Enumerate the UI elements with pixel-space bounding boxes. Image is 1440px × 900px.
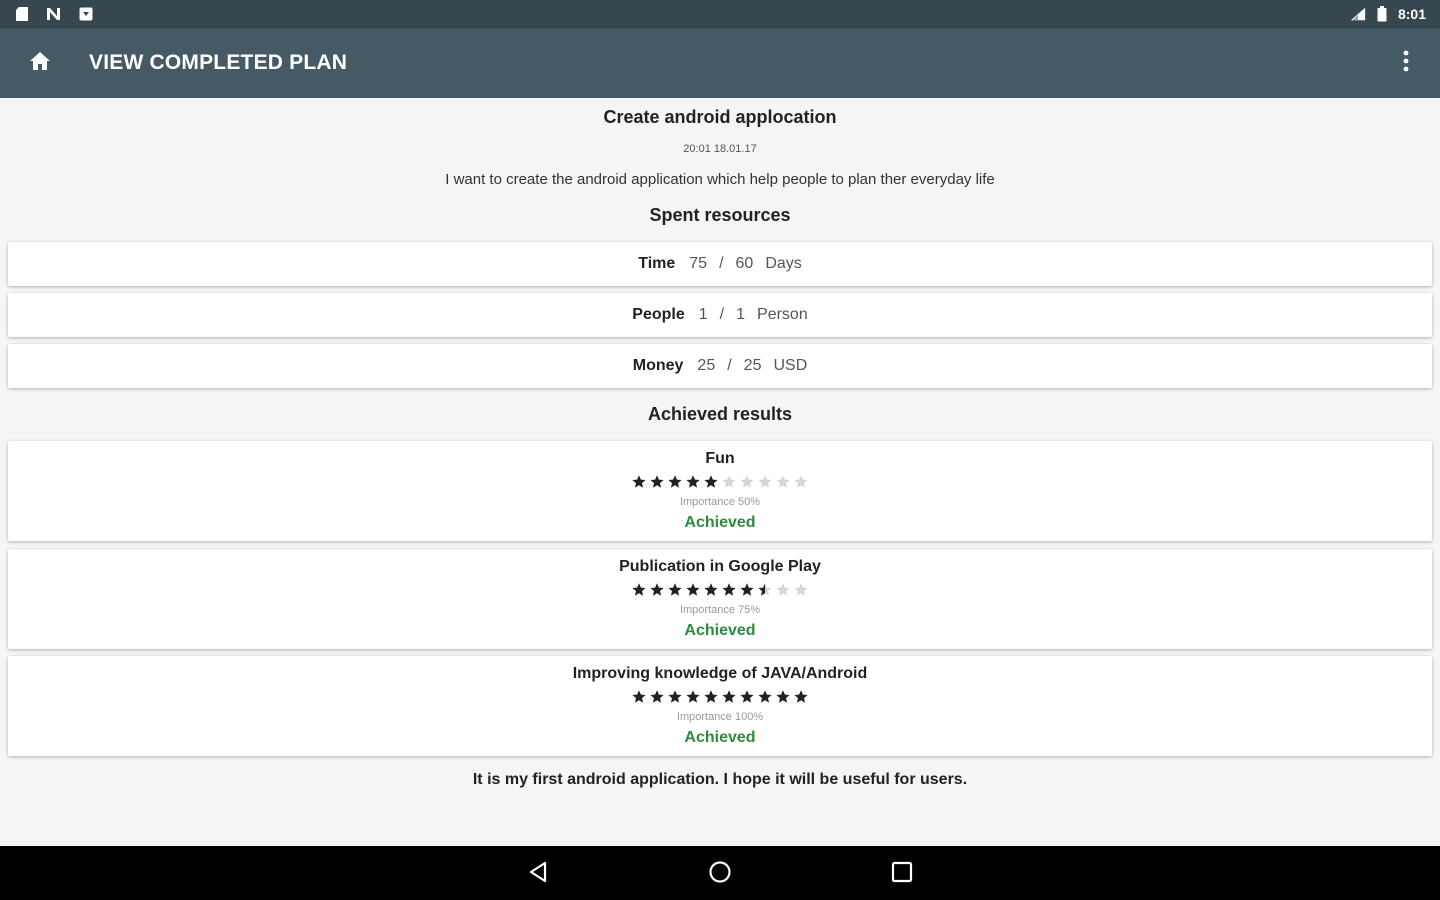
plan-content[interactable]: Create android applocation 20:01 18.01.1…	[0, 98, 1440, 846]
star-empty-icon	[758, 475, 772, 488]
resource-planned: 1	[736, 306, 746, 323]
rating-stars	[8, 689, 1432, 705]
result-status: Achieved	[684, 729, 756, 746]
resource-unit: Days	[765, 255, 802, 272]
star-filled-icon	[686, 475, 700, 488]
rating-stars	[8, 582, 1432, 598]
star-filled-icon	[740, 583, 754, 596]
status-bar-system: 8:01	[1350, 6, 1426, 22]
star-filled-icon	[776, 690, 790, 703]
star-filled-icon	[686, 583, 700, 596]
plan-title: Create android applocation	[603, 107, 837, 127]
n-notification-icon	[46, 6, 62, 22]
resource-unit: Person	[757, 306, 808, 323]
result-importance: Importance 50%	[679, 496, 761, 508]
star-filled-icon	[704, 690, 718, 703]
spent-resources-heading: Spent resources	[649, 205, 791, 225]
star-empty-icon	[776, 475, 790, 488]
status-bar-notifications	[14, 6, 94, 22]
home-button[interactable]	[13, 36, 67, 90]
result-name: Publication in Google Play	[619, 558, 821, 575]
star-filled-icon	[668, 475, 682, 488]
signal-icon	[1350, 6, 1366, 22]
resource-label: Money	[632, 357, 684, 374]
system-nav-bar	[0, 846, 1440, 900]
home-nav-button[interactable]	[700, 854, 740, 894]
page-title: VIEW COMPLETED PLAN	[89, 51, 348, 74]
star-filled-icon	[794, 690, 808, 703]
star-filled-icon	[650, 475, 664, 488]
status-clock: 8:01	[1397, 6, 1426, 22]
result-status: Achieved	[684, 514, 756, 531]
star-empty-icon	[740, 475, 754, 488]
download-notification-icon	[78, 6, 94, 22]
resource-unit: USD	[773, 357, 808, 374]
resource-spent: 25	[697, 357, 716, 374]
recents-button[interactable]	[882, 854, 922, 894]
result-card-java-android[interactable]: Improving knowledge of JAVA/Android Impo…	[8, 656, 1432, 756]
result-importance: Importance 75%	[679, 604, 761, 616]
star-empty-icon	[794, 583, 808, 596]
resource-label: Time	[638, 255, 676, 272]
star-filled-icon	[722, 583, 736, 596]
resource-separator: /	[719, 255, 724, 272]
back-button[interactable]	[518, 854, 558, 894]
rating-stars	[8, 474, 1432, 490]
result-card-fun[interactable]: Fun Importance 50% Achieved	[8, 441, 1432, 541]
star-filled-icon	[704, 583, 718, 596]
star-filled-icon	[740, 690, 754, 703]
achieved-results-heading: Achieved results	[647, 404, 793, 424]
more-vert-icon	[1403, 50, 1409, 77]
star-empty-icon	[794, 475, 808, 488]
result-name: Improving knowledge of JAVA/Android	[572, 665, 868, 682]
resource-separator: /	[719, 306, 725, 323]
status-bar: 8:01	[0, 0, 1440, 28]
battery-icon	[1374, 6, 1390, 22]
result-card-google-play[interactable]: Publication in Google Play Importance 75…	[8, 549, 1432, 649]
resource-spent: 1	[698, 306, 708, 323]
star-filled-icon	[704, 475, 718, 488]
overflow-menu-button[interactable]	[1386, 39, 1426, 87]
star-filled-icon	[632, 690, 646, 703]
star-filled-icon	[632, 475, 646, 488]
home-icon	[29, 51, 51, 76]
resource-card-time: Time 75 / 60 Days	[8, 242, 1432, 286]
star-filled-icon	[650, 690, 664, 703]
star-filled-icon	[650, 583, 664, 596]
sd-card-icon	[14, 6, 30, 22]
plan-date: 20:01 18.01.17	[683, 143, 757, 155]
result-importance: Importance 100%	[676, 711, 764, 723]
star-empty-icon	[776, 583, 790, 596]
resource-separator: /	[727, 357, 732, 374]
home-circle-icon	[708, 860, 732, 889]
resource-spent: 75	[689, 255, 708, 272]
result-status: Achieved	[684, 622, 756, 639]
resource-card-people: People 1 / 1 Person	[8, 293, 1432, 337]
plan-conclusion: It is my first android application. I ho…	[472, 771, 968, 788]
resource-card-money: Money 25 / 25 USD	[8, 344, 1432, 388]
star-filled-icon	[758, 690, 772, 703]
star-filled-icon	[686, 690, 700, 703]
resource-label: People	[632, 306, 685, 323]
star-filled-icon	[668, 690, 682, 703]
star-filled-icon	[632, 583, 646, 596]
back-icon	[528, 861, 548, 888]
resource-planned: 60	[735, 255, 754, 272]
resource-planned: 25	[743, 357, 762, 374]
plan-description: I want to create the android application…	[445, 171, 995, 188]
star-empty-icon	[722, 475, 736, 488]
recents-icon	[891, 861, 913, 888]
star-filled-icon	[668, 583, 682, 596]
app-toolbar: VIEW COMPLETED PLAN	[0, 28, 1440, 98]
star-half-icon	[758, 583, 772, 596]
result-name: Fun	[705, 450, 735, 467]
star-filled-icon	[722, 690, 736, 703]
